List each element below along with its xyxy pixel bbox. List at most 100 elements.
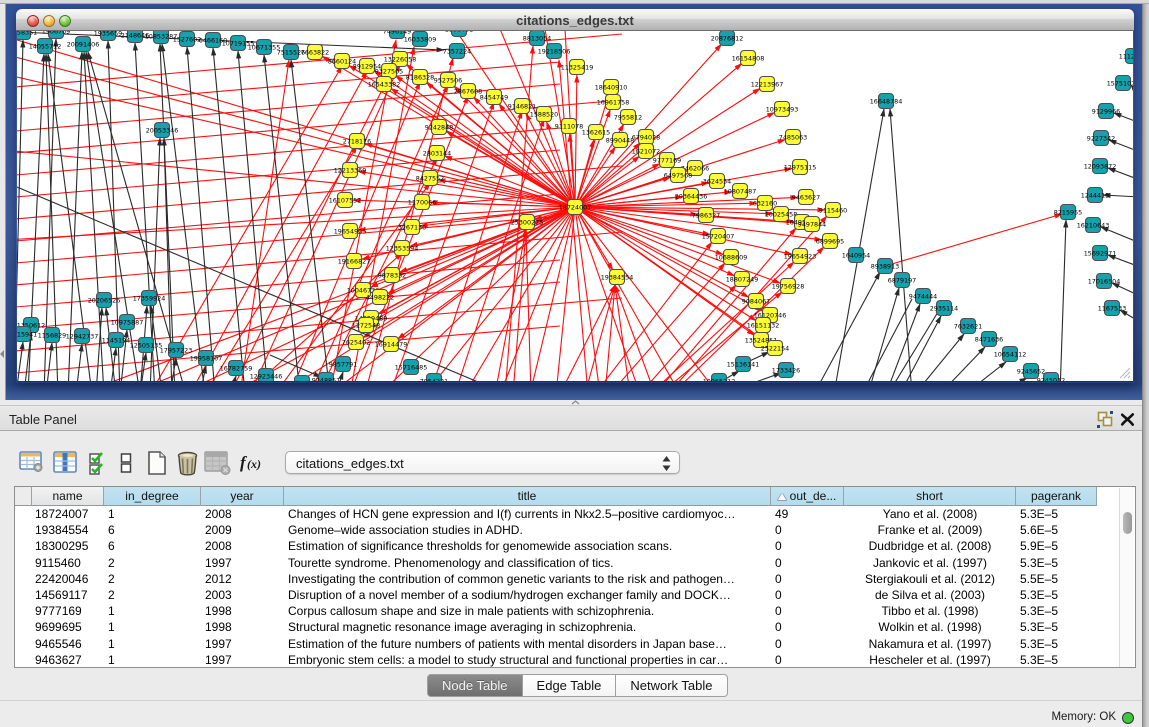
tab-node-table[interactable]: Node Table (427, 674, 523, 697)
float-panel-icon[interactable] (1097, 411, 1114, 428)
graph-node[interactable]: 15720407 (702, 229, 735, 244)
graph-node[interactable]: 12923446 (250, 369, 283, 383)
column-header-name[interactable]: name (31, 487, 104, 506)
scrollbar-thumb[interactable] (1123, 512, 1132, 534)
graph-node[interactable]: 15716485 (395, 360, 428, 375)
graph-node[interactable]: 16648784 (870, 94, 903, 109)
graph-node[interactable]: 19384554 (601, 270, 634, 285)
select-rows-icon[interactable] (88, 450, 111, 480)
close-panel-icon[interactable] (1120, 412, 1135, 427)
graph-node[interactable]: 16961758 (597, 95, 630, 110)
graph-node[interactable]: 9111078 (555, 119, 583, 134)
graph-node[interactable]: 10965212 (703, 374, 736, 383)
table-column-icon[interactable] (53, 450, 78, 480)
graph-node[interactable]: 1167533 (1098, 301, 1126, 316)
column-header-short[interactable]: short (844, 487, 1016, 506)
graph-node[interactable]: 19166827 (338, 254, 371, 269)
graph-node[interactable]: 12975115 (784, 160, 817, 175)
network-canvas[interactable]: 1258351140557121906709200914061935659214… (17, 31, 1133, 382)
graph-node[interactable]: 12353594 (386, 241, 419, 256)
graph-node[interactable]: 16107552 (329, 193, 362, 208)
table-row[interactable]: 1938455462009Genome–wide association stu… (31, 522, 1097, 538)
graph-node[interactable]: 1640954 (842, 248, 870, 263)
table-select-combo[interactable]: citations_edges.txt (285, 451, 680, 474)
graph-node[interactable]: 17016504 (1088, 274, 1121, 289)
panel-collapse-grip-icon[interactable] (0, 350, 4, 358)
graph-node[interactable]: 16154808 (732, 51, 765, 66)
graph-node[interactable]: 2867608 (454, 84, 482, 99)
graph-node[interactable]: 16210643 (1077, 218, 1110, 233)
graph-node[interactable]: 12093872 (1084, 159, 1117, 174)
graph-node[interactable]: 20876812 (711, 31, 744, 46)
graph-node[interactable]: 7485063 (779, 130, 807, 145)
network-window-titlebar[interactable]: citations_edges.txt (16, 9, 1134, 31)
table-row[interactable]: 2242004622012Investigating the contribut… (31, 571, 1097, 587)
graph-node[interactable]: 7632621 (954, 319, 982, 334)
table-vertical-scrollbar[interactable] (1119, 488, 1134, 667)
graph-node[interactable]: 17957223 (160, 343, 193, 358)
graph-node[interactable]: 1258351 (17, 31, 37, 40)
table-row[interactable]: 1872400712008Changes of HCN gene express… (31, 506, 1097, 522)
graph-node[interactable]: 11325419 (561, 60, 594, 75)
graph-node[interactable]: 9463627 (792, 190, 820, 205)
graph-node[interactable]: 1156829 (38, 328, 66, 343)
graph-node[interactable]: 6879197 (888, 273, 916, 288)
graph-node[interactable]: 10807487 (724, 184, 757, 199)
graph-node[interactable]: 10688609 (715, 250, 748, 265)
delete-trash-icon[interactable] (175, 450, 200, 481)
graph-node[interactable]: 9474444 (909, 289, 937, 304)
column-header-year[interactable]: year (201, 487, 284, 506)
graph-node[interactable]: 9248851 (312, 373, 340, 383)
graph-node[interactable]: 9527506 (434, 73, 462, 88)
graph-node[interactable]: 6794028 (632, 130, 660, 145)
graph-node[interactable]: 12505135 (130, 338, 163, 353)
graph-node[interactable]: 9857791 (329, 357, 357, 372)
graph-node[interactable]: 10654112 (994, 347, 1027, 362)
graph-node[interactable]: 6899695 (816, 234, 844, 249)
graph-node[interactable]: 9115460 (819, 203, 847, 218)
column-header-pagerank[interactable]: pagerank (1016, 487, 1097, 506)
graph-node[interactable]: 1906709 (42, 31, 70, 39)
table-row[interactable]: 1456911722003Disruption of a novel membe… (31, 587, 1097, 603)
function-fx-icon[interactable]: f(x) (238, 450, 266, 480)
graph-node[interactable]: 12213967 (751, 77, 784, 92)
graph-node[interactable]: 18640910 (595, 80, 628, 95)
graph-node[interactable]: 2935114 (930, 301, 958, 316)
graph-node[interactable]: 16543382 (368, 77, 401, 92)
table-row[interactable]: 946362711997Embryonic stem cells: a mode… (31, 652, 1097, 668)
graph-node[interactable]: 7955812 (614, 110, 642, 125)
graph-node[interactable]: 1244415 (1081, 188, 1109, 203)
graph-node[interactable]: 7663822 (301, 45, 329, 60)
graph-node[interactable]: 10975887 (111, 315, 144, 330)
graph-node[interactable]: 20091406 (67, 37, 100, 52)
column-header-title[interactable]: title (284, 487, 771, 506)
graph-node[interactable]: 3624554 (703, 174, 731, 189)
graph-node[interactable]: 7357224 (443, 44, 471, 59)
splitter-grip-icon[interactable] (571, 400, 580, 405)
graph-node[interactable]: 1112404 (1119, 49, 1133, 64)
table-row[interactable]: 1830029562008Estimation of significance … (31, 538, 1097, 554)
graph-node[interactable]: 1306461 (445, 31, 473, 37)
graph-node[interactable]: 8215955 (1054, 205, 1082, 220)
rows-stack-icon[interactable] (119, 450, 133, 480)
table-row[interactable]: 911546021997Tourette syndrome. Phenomeno… (31, 555, 1097, 571)
graph-node[interactable]: 7625402 (342, 335, 370, 350)
graph-node[interactable]: 19654923 (784, 249, 817, 264)
table-row[interactable]: 977716911998Corpus callosum shape and si… (31, 603, 1097, 619)
graph-node[interactable]: 8938913 (871, 259, 899, 274)
graph-node[interactable]: 15751074 (1107, 76, 1133, 91)
new-document-icon[interactable] (145, 450, 169, 481)
graph-node[interactable]: 8186328 (406, 70, 434, 85)
table-row[interactable]: 946554611997Estimation of the future num… (31, 636, 1097, 652)
graph-node[interactable]: 15692971 (1084, 246, 1117, 261)
graph-node[interactable]: 20206526 (88, 293, 121, 308)
tab-network-table[interactable]: Network Table (616, 674, 727, 697)
graph-node[interactable]: 9129966 (1092, 104, 1120, 119)
graph-node[interactable]: 1935659 (94, 31, 122, 41)
graph-node[interactable]: 9227342 (1087, 131, 1115, 146)
graph-node[interactable]: 7986327 (692, 208, 720, 223)
tab-edge-table[interactable]: Edge Table (523, 674, 617, 697)
column-header-in_degree[interactable]: in_degree (104, 487, 201, 506)
memory-ok-icon[interactable] (1122, 712, 1135, 725)
table-settings-icon[interactable] (19, 450, 44, 480)
